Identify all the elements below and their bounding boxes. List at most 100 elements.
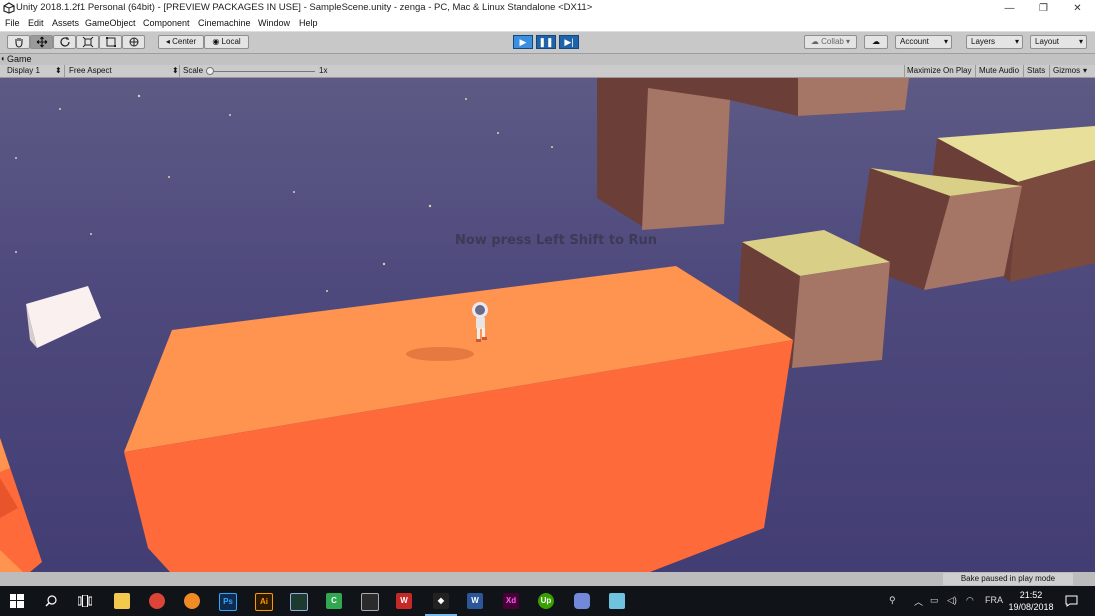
transform-tool-button[interactable] (122, 35, 145, 49)
status-message: Bake paused in play mode (943, 573, 1073, 585)
white-cube (26, 286, 101, 348)
pivot-rotation-label: Local (221, 37, 241, 46)
play-icon: ▶ (519, 37, 527, 47)
pause-button[interactable]: ❚❚ (536, 35, 556, 49)
transform-icon (129, 37, 138, 47)
menu-file[interactable]: File (5, 18, 20, 28)
close-button[interactable]: ✕ (1061, 0, 1094, 17)
windows-taskbar: Ps Ai C W ◆ W Xd Up ⚲ ︿ ▭ ◁) ◠ FRA 21:52… (0, 586, 1095, 616)
main-toolbar: ◂ Center ◉ Local ▶ ❚❚ ▶| ☁ Collab ▾ ☁ Ac… (0, 32, 1095, 54)
layers-dropdown[interactable]: Layers ▾ (966, 35, 1023, 49)
aspect-dropdown[interactable]: Free Aspect (69, 66, 112, 76)
play-button[interactable]: ▶ (513, 35, 533, 49)
cloud-services-button[interactable]: ☁ (864, 35, 888, 49)
scale-slider-track[interactable] (210, 71, 315, 72)
maximize-on-play-toggle[interactable]: Maximize On Play (907, 66, 971, 76)
unity-logo-icon (3, 2, 15, 14)
display-dropdown[interactable]: Display 1 (7, 66, 40, 76)
menu-assets[interactable]: Assets (52, 18, 79, 28)
stars (15, 94, 553, 324)
wifi-icon[interactable]: ◠ (966, 595, 974, 606)
minimize-button[interactable]: — (993, 0, 1026, 17)
stats-toggle[interactable]: Stats (1027, 66, 1045, 76)
clock[interactable]: 21:52 19/08/2018 (1006, 589, 1056, 613)
winrar-icon[interactable]: W (396, 593, 412, 609)
step-button[interactable]: ▶| (559, 35, 579, 49)
pivot-mode-button[interactable]: ◂ Center (158, 35, 204, 49)
scale-slider-handle[interactable] (206, 67, 214, 75)
hanging-pillar (597, 78, 730, 230)
account-label: Account (900, 37, 929, 46)
rect-icon (105, 37, 116, 47)
gizmos-dropdown[interactable]: Gizmos (1053, 66, 1080, 76)
pivot-rotation-button[interactable]: ◉ Local (204, 35, 249, 49)
hand-tool-button[interactable] (7, 35, 30, 49)
notepad-icon[interactable] (609, 593, 625, 609)
hand-icon (14, 38, 23, 48)
scale-tool-button[interactable] (76, 35, 99, 49)
menu-bar: File Edit Assets GameObject Component Ci… (0, 17, 1095, 32)
orange-platform (0, 266, 793, 572)
restore-button[interactable]: ❐ (1027, 0, 1060, 17)
menu-component[interactable]: Component (143, 18, 190, 28)
scale-value: 1x (319, 66, 328, 75)
discord-icon[interactable] (574, 593, 590, 609)
search-icon[interactable] (45, 595, 57, 607)
collab-cloud-icon: ☁ (810, 37, 819, 46)
file-explorer-icon[interactable] (114, 593, 130, 609)
rotate-tool-button[interactable] (53, 35, 76, 49)
move-tool-button[interactable] (30, 35, 53, 49)
menu-window[interactable]: Window (258, 18, 290, 28)
layers-label: Layers (971, 37, 996, 46)
gizmos-chevron-icon: ▾ (1083, 66, 1088, 75)
clock-time: 21:52 (1019, 590, 1043, 600)
menu-gameobject[interactable]: GameObject (85, 18, 136, 28)
game-view[interactable]: Now press Left Shift to Run (0, 78, 1095, 572)
photoshop-icon[interactable]: Ps (219, 593, 237, 611)
scale-label: Scale (183, 66, 204, 75)
menu-help[interactable]: Help (299, 18, 318, 28)
pivot-icon: ◂ (165, 37, 170, 46)
game-tab-icon: ◐ (1, 54, 6, 63)
layout-chevron-icon: ▾ (1078, 37, 1083, 46)
step-icon: ▶| (564, 37, 574, 47)
illustrator-icon[interactable]: Ai (255, 593, 273, 611)
camtasia-icon[interactable]: C (326, 593, 342, 609)
game-view-controls: Display 1 ⬍ Free Aspect ⬍ Scale 1x Maxim… (0, 65, 1095, 78)
chrome-icon[interactable] (149, 593, 165, 609)
people-icon[interactable]: ⚲ (889, 595, 896, 606)
volume-icon[interactable]: ◁) (947, 595, 957, 606)
show-hidden-icons-icon[interactable]: ︿ (914, 595, 923, 608)
upwork-icon[interactable]: Up (538, 593, 554, 609)
aspect-chevron-icon: ⬍ (172, 66, 179, 75)
game-tab[interactable]: ◐ Game (0, 54, 1095, 65)
rect-tool-button[interactable] (99, 35, 122, 49)
cloud-icon: ☁ (872, 37, 880, 46)
xd-icon[interactable]: Xd (503, 593, 519, 609)
player-shadow (406, 347, 474, 361)
collab-label: Collab ▾ (821, 37, 851, 46)
task-view-icon[interactable] (78, 595, 92, 607)
unity-hub-icon[interactable] (361, 593, 379, 611)
pause-icon: ❚❚ (538, 37, 554, 47)
layout-dropdown[interactable]: Layout ▾ (1030, 35, 1087, 49)
notifications-icon[interactable] (1065, 595, 1078, 607)
game-tab-label: Game (7, 54, 32, 64)
media-player-icon[interactable] (290, 593, 308, 611)
blender-icon[interactable] (184, 593, 200, 609)
account-dropdown[interactable]: Account ▾ (895, 35, 952, 49)
language-indicator[interactable]: FRA (985, 595, 1003, 605)
layout-label: Layout (1035, 37, 1060, 46)
word-icon[interactable]: W (467, 593, 483, 609)
unity-icon[interactable]: ◆ (433, 593, 449, 609)
title-bar: Unity 2018.1.2f1 Personal (64bit) - [PRE… (0, 0, 1095, 17)
battery-icon[interactable]: ▭ (930, 595, 939, 606)
menu-cinemachine[interactable]: Cinemachine (198, 18, 251, 28)
mute-audio-toggle[interactable]: Mute Audio (979, 66, 1019, 76)
move-icon (36, 36, 47, 48)
rotate-icon (59, 37, 70, 47)
menu-edit[interactable]: Edit (28, 18, 44, 28)
clock-date: 19/08/2018 (1008, 602, 1054, 612)
collab-button[interactable]: ☁ Collab ▾ (804, 35, 857, 49)
windows-start-icon[interactable] (10, 594, 24, 608)
